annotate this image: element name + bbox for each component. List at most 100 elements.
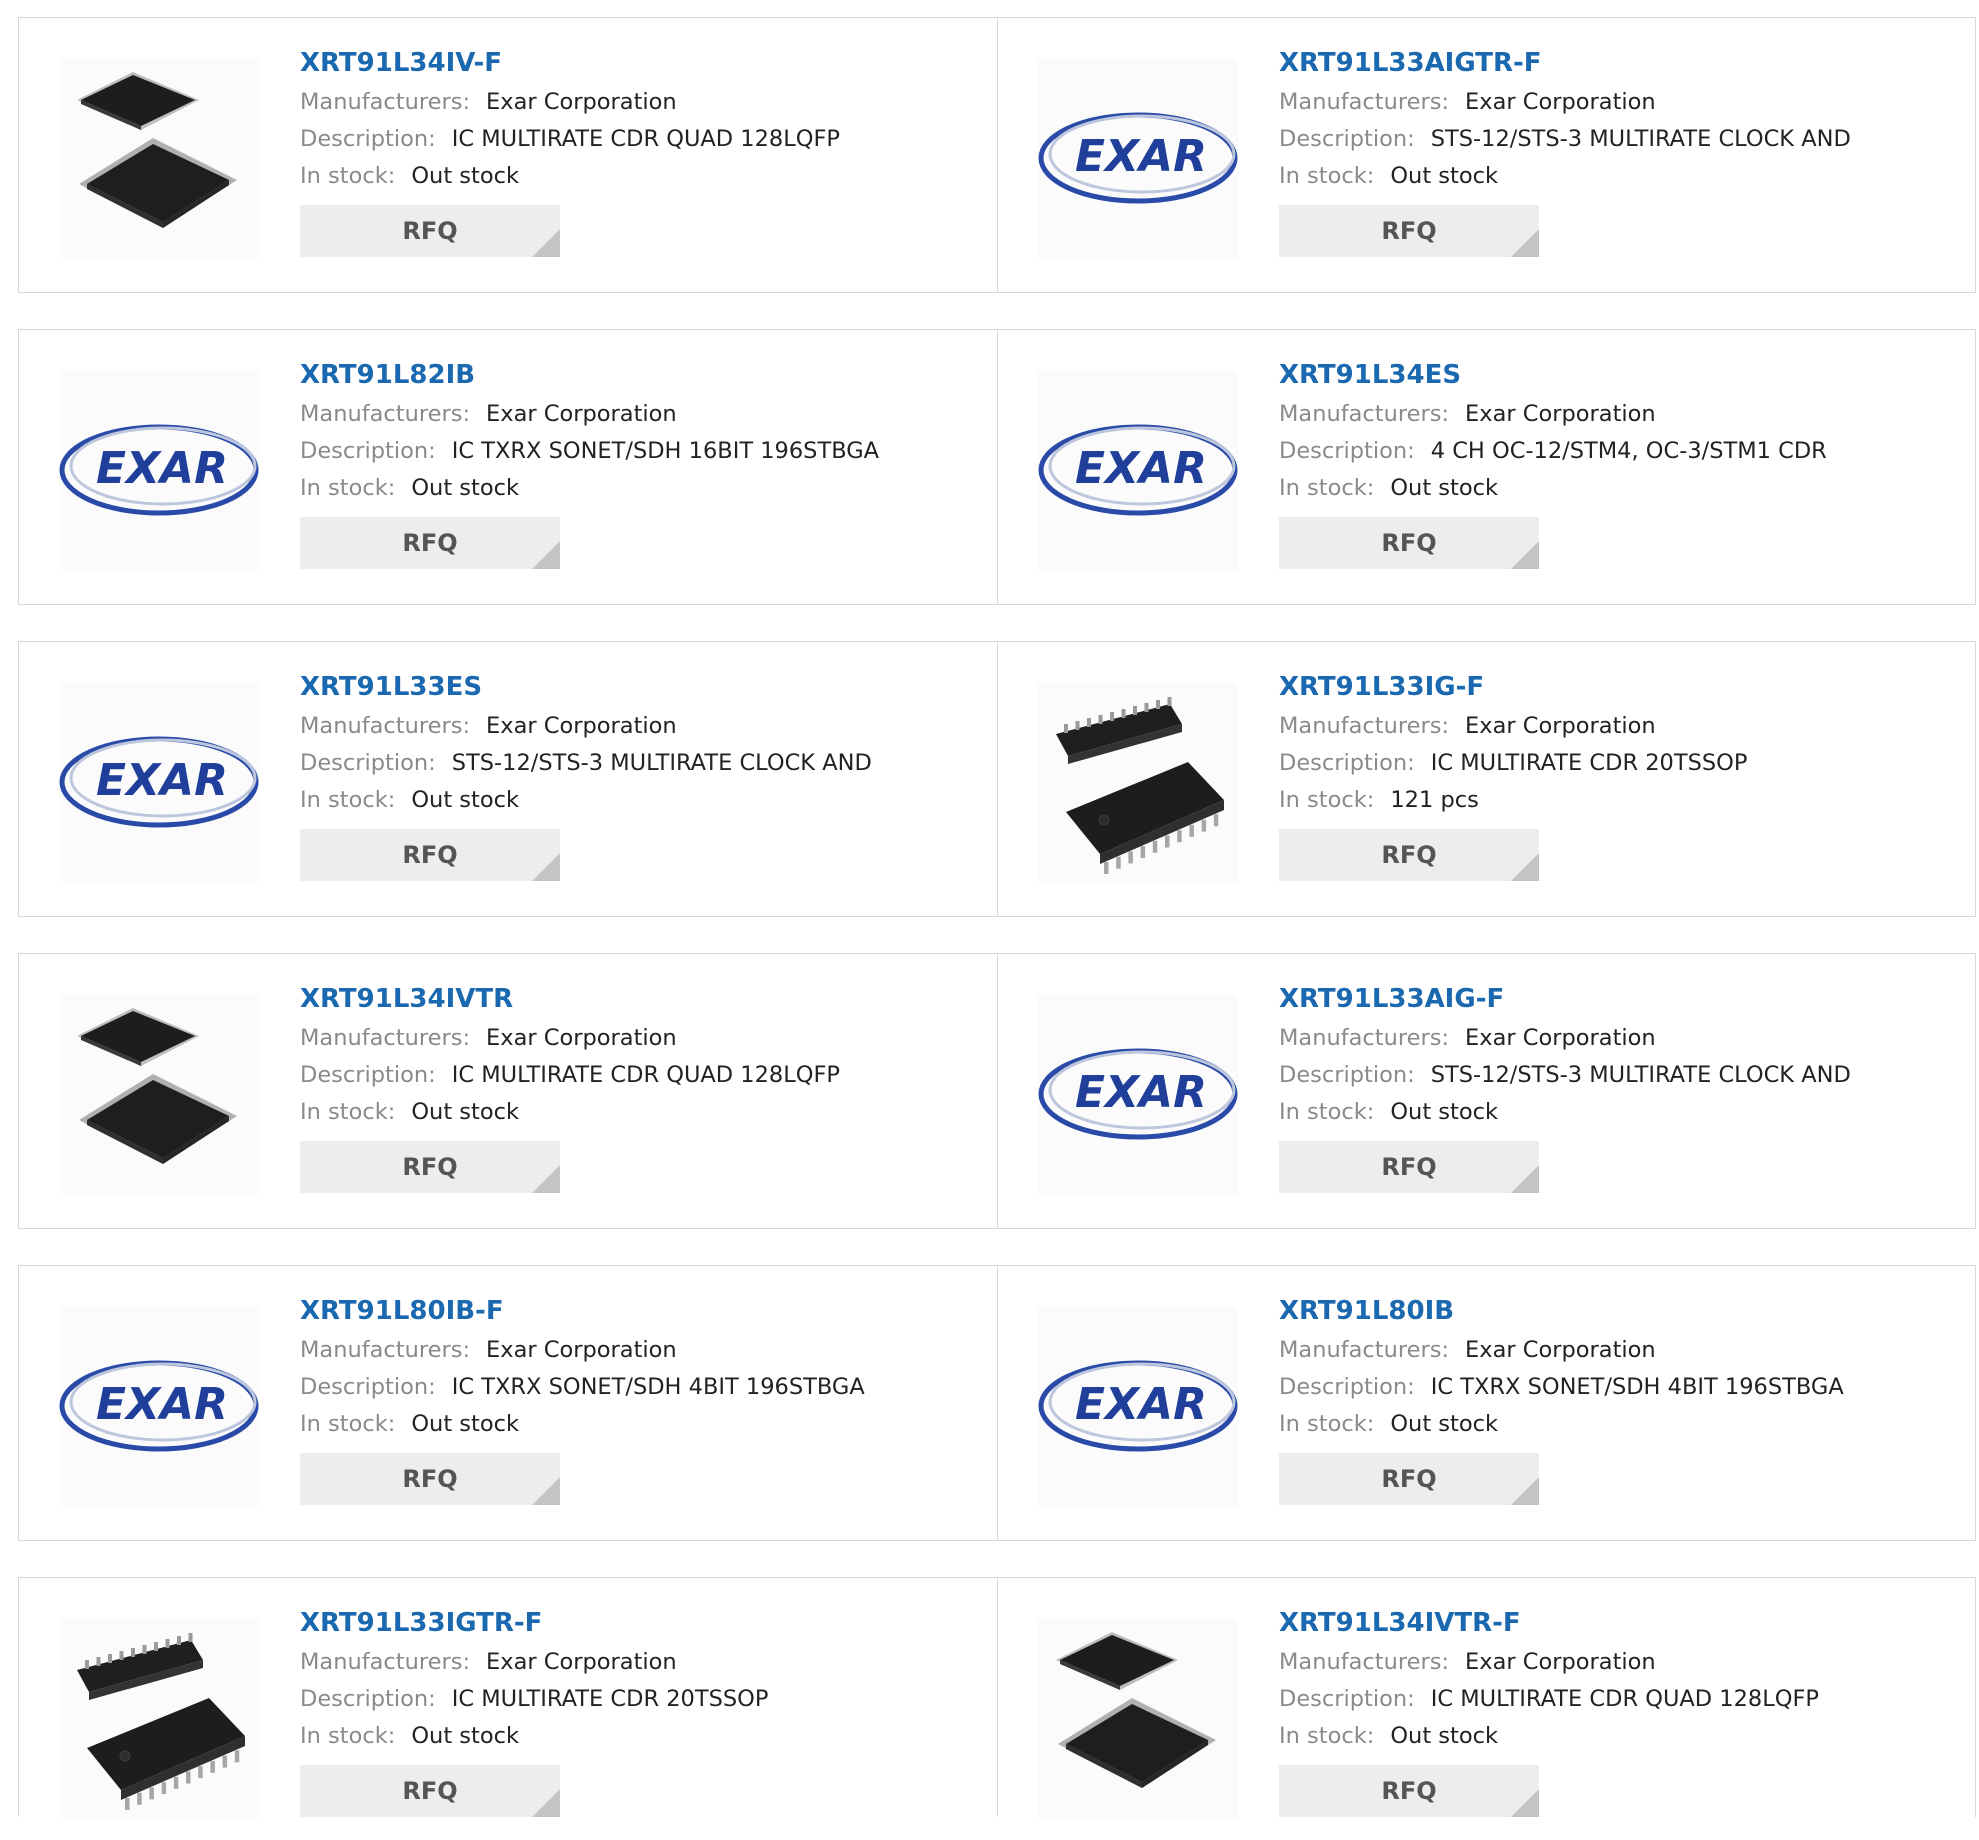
part-number-link[interactable]: XRT91L34IV-F (300, 46, 987, 84)
part-number-link[interactable]: XRT91L33AIG-F (1279, 982, 1965, 1020)
rfq-button[interactable]: RFQ (1279, 1765, 1539, 1817)
rfq-label: RFQ (1381, 217, 1437, 245)
product-image[interactable]: EXAR (1038, 58, 1238, 258)
description-line: Description: STS-12/STS-3 MULTIRATE CLOCK… (1279, 1057, 1965, 1094)
description-label: Description: (300, 126, 436, 152)
manufacturer-value: Exar Corporation (486, 1025, 677, 1051)
in-stock-label: In stock: (1279, 475, 1375, 501)
product-card: XRT91L33IG-F Manufacturers: Exar Corporat… (997, 642, 1975, 916)
corner-triangle-icon (1511, 1165, 1539, 1193)
manufacturer-line: Manufacturers: Exar Corporation (300, 1332, 987, 1369)
exar-logo: EXAR (1038, 1360, 1238, 1452)
manufacturer-line: Manufacturers: Exar Corporation (300, 708, 987, 745)
rfq-button[interactable]: RFQ (1279, 205, 1539, 257)
part-number-link[interactable]: XRT91L82IB (300, 358, 987, 396)
part-number-link[interactable]: XRT91L33IGTR-F (300, 1606, 987, 1644)
manufacturers-label: Manufacturers: (300, 713, 471, 739)
product-info: XRT91L33AIG-F Manufacturers: Exar Corpora… (1279, 982, 1965, 1193)
product-info: XRT91L34IV-F Manufacturers: Exar Corporat… (300, 46, 987, 257)
part-number-link[interactable]: XRT91L33AIGTR-F (1279, 46, 1965, 84)
part-number-link[interactable]: XRT91L33ES (300, 670, 987, 708)
product-image[interactable] (1038, 682, 1238, 882)
corner-triangle-icon (1511, 1477, 1539, 1505)
description-value: IC TXRX SONET/SDH 16BIT 196STBGA (451, 438, 880, 464)
part-number-link[interactable]: XRT91L34IVTR-F (1279, 1606, 1965, 1644)
stock-line: In stock: Out stock (300, 1718, 987, 1755)
product-card: EXAR XRT91L80IB-F Manufacturers: Exar Cor… (19, 1266, 997, 1540)
product-image[interactable]: EXAR (59, 682, 259, 882)
exar-logo: EXAR (1038, 112, 1238, 204)
product-info: XRT91L33ES Manufacturers: Exar Corporatio… (300, 670, 987, 881)
product-info: XRT91L33IGTR-F Manufacturers: Exar Corpor… (300, 1606, 987, 1817)
corner-triangle-icon (1511, 229, 1539, 257)
rfq-button[interactable]: RFQ (300, 829, 560, 881)
product-card: EXAR XRT91L82IB Manufacturers: Exar Corpo… (19, 330, 997, 604)
stock-value: 121 pcs (1390, 787, 1479, 813)
description-label: Description: (1279, 438, 1415, 464)
product-card: EXAR XRT91L34ES Manufacturers: Exar Corpo… (997, 330, 1975, 604)
product-card: XRT91L34IVTR Manufacturers: Exar Corporat… (19, 954, 997, 1228)
description-value: IC MULTIRATE CDR 20TSSOP (1430, 750, 1748, 776)
description-line: Description: STS-12/STS-3 MULTIRATE CLOCK… (300, 745, 987, 782)
product-image[interactable]: EXAR (1038, 370, 1238, 570)
rfq-label: RFQ (402, 529, 458, 557)
manufacturers-label: Manufacturers: (1279, 1025, 1450, 1051)
product-image[interactable] (1038, 1618, 1238, 1818)
part-number-link[interactable]: XRT91L80IB-F (300, 1294, 987, 1332)
description-line: Description: IC MULTIRATE CDR QUAD 128LQF… (300, 121, 987, 158)
product-info: XRT91L82IB Manufacturers: Exar Corporatio… (300, 358, 987, 569)
product-card: XRT91L34IV-F Manufacturers: Exar Corporat… (19, 18, 997, 292)
description-label: Description: (1279, 1062, 1415, 1088)
rfq-button[interactable]: RFQ (1279, 1141, 1539, 1193)
description-line: Description: IC TXRX SONET/SDH 16BIT 196S… (300, 433, 987, 470)
manufacturer-line: Manufacturers: Exar Corporation (300, 396, 987, 433)
rfq-button[interactable]: RFQ (300, 1141, 560, 1193)
manufacturers-label: Manufacturers: (1279, 89, 1450, 115)
rfq-button[interactable]: RFQ (1279, 517, 1539, 569)
stock-line: In stock: Out stock (1279, 1406, 1965, 1443)
exar-logo: EXAR (59, 1360, 259, 1452)
in-stock-label: In stock: (1279, 787, 1375, 813)
in-stock-label: In stock: (300, 787, 396, 813)
description-value: 4 CH OC-12/STM4, OC-3/STM1 CDR (1430, 438, 1827, 464)
description-label: Description: (1279, 1686, 1415, 1712)
rfq-button[interactable]: RFQ (1279, 829, 1539, 881)
part-number-link[interactable]: XRT91L80IB (1279, 1294, 1965, 1332)
stock-value: Out stock (411, 1411, 519, 1437)
part-number-link[interactable]: XRT91L34ES (1279, 358, 1965, 396)
product-image[interactable]: EXAR (1038, 1306, 1238, 1506)
product-image[interactable]: EXAR (59, 1306, 259, 1506)
corner-triangle-icon (532, 1165, 560, 1193)
description-label: Description: (300, 1374, 436, 1400)
product-card: XRT91L34IVTR-F Manufacturers: Exar Corpor… (997, 1578, 1975, 1818)
rfq-button[interactable]: RFQ (1279, 1453, 1539, 1505)
manufacturer-value: Exar Corporation (486, 1337, 677, 1363)
part-number-link[interactable]: XRT91L34IVTR (300, 982, 987, 1020)
part-number-link[interactable]: XRT91L33IG-F (1279, 670, 1965, 708)
corner-triangle-icon (1511, 541, 1539, 569)
description-value: STS-12/STS-3 MULTIRATE CLOCK AND (1430, 1062, 1851, 1088)
rfq-button[interactable]: RFQ (300, 1453, 560, 1505)
product-card: EXAR XRT91L33AIG-F Manufacturers: Exar Co… (997, 954, 1975, 1228)
in-stock-label: In stock: (1279, 163, 1375, 189)
rfq-button[interactable]: RFQ (300, 517, 560, 569)
product-image[interactable] (59, 1618, 259, 1818)
product-grid: XRT91L34IV-F Manufacturers: Exar Corporat… (18, 17, 1976, 1818)
product-info: XRT91L34IVTR-F Manufacturers: Exar Corpor… (1279, 1606, 1965, 1817)
description-label: Description: (1279, 1374, 1415, 1400)
manufacturer-value: Exar Corporation (1465, 401, 1656, 427)
stock-line: In stock: Out stock (300, 1406, 987, 1443)
manufacturer-value: Exar Corporation (486, 89, 677, 115)
product-row: EXAR XRT91L80IB-F Manufacturers: Exar Cor… (18, 1265, 1976, 1541)
in-stock-label: In stock: (1279, 1099, 1375, 1125)
svg-text:EXAR: EXAR (1075, 131, 1207, 182)
product-image[interactable]: EXAR (59, 370, 259, 570)
product-image[interactable] (59, 994, 259, 1194)
manufacturer-value: Exar Corporation (1465, 1025, 1656, 1051)
product-image[interactable]: EXAR (1038, 994, 1238, 1194)
manufacturer-value: Exar Corporation (1465, 89, 1656, 115)
rfq-button[interactable]: RFQ (300, 205, 560, 257)
rfq-button[interactable]: RFQ (300, 1765, 560, 1817)
manufacturer-line: Manufacturers: Exar Corporation (300, 1020, 987, 1057)
product-image[interactable] (59, 58, 259, 258)
